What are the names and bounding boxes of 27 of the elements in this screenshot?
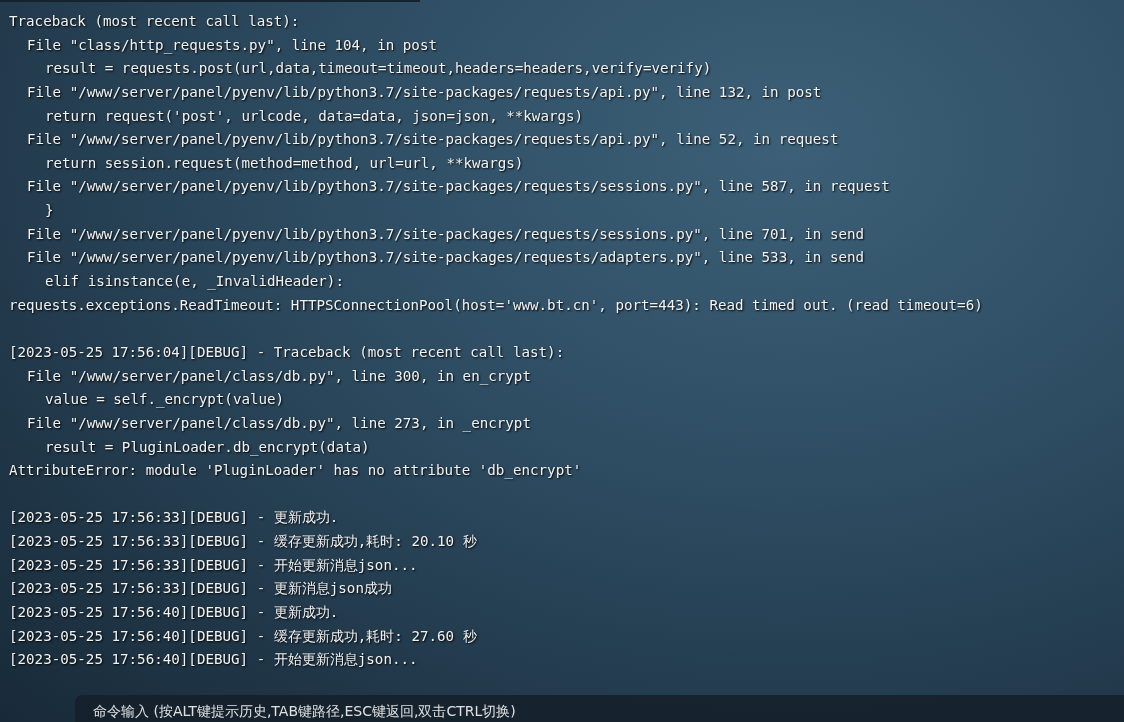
command-input-field[interactable]: 命令输入 (按ALT键提示历史,TAB键路径,ESC键返回,双击CTRL切换) [75, 695, 1124, 722]
log-line: File "/www/server/panel/class/db.py", line 300, in en_crypt [27, 366, 531, 387]
log-line: [2023-05-25 17:56:33][DEBUG] - 更新消息json成功 [9, 579, 392, 599]
log-line: File "/www/server/panel/pyenv/lib/python3.7/site-packages/requests/api.py", line 132, in post [27, 82, 822, 102]
log-line: result = PluginLoader.db_encrypt(data) [45, 437, 370, 458]
log-line: [2023-05-25 17:56:04][DEBUG] - Traceback (most recent call last): [9, 342, 565, 362]
log-line: return session.request(method=method, url=url, **kwargs) [45, 153, 524, 173]
log-line: [2023-05-25 17:56:40][DEBUG] - 开始更新消息json... [9, 650, 418, 670]
log-line: File "class/http_requests.py", line 104, in post [27, 35, 437, 56]
log-line: } [45, 201, 54, 221]
log-line: [2023-05-25 17:56:40][DEBUG] - 缓存更新成功,耗时: 27.60 秒 [9, 626, 477, 646]
log-line: requests.exceptions.ReadTimeout: HTTPSConnectionPool(host='www.bt.cn', port=443): Read timed out. (read timeout=6) [9, 295, 983, 315]
log-line: elif isinstance(e, _InvalidHeader): [45, 272, 344, 292]
log-line: Traceback (most recent call last): [9, 12, 300, 31]
log-line: File "/www/server/panel/pyenv/lib/python3.7/site-packages/requests/api.py", line 52, in request [27, 130, 839, 150]
log-line: value = self._encrypt(value) [45, 390, 285, 410]
log-line: [2023-05-25 17:56:40][DEBUG] - 更新成功. [9, 603, 339, 622]
log-line: File "/www/server/panel/pyenv/lib/python3.7/site-packages/requests/adapters.py", line 533, in send [27, 248, 865, 268]
log-line: return request('post', urlcode, data=data, json=json, **kwargs) [45, 106, 584, 126]
log-line: AttributeError: module 'PluginLoader' has no attribute 'db_encrypt' [9, 461, 582, 481]
log-line: [2023-05-25 17:56:33][DEBUG] - 开始更新消息json... [9, 555, 418, 575]
log-line: [2023-05-25 17:56:33][DEBUG] - 更新成功. [9, 508, 339, 528]
log-line: File "/www/server/panel/pyenv/lib/python3.7/site-packages/requests/sessions.py", line 587, in request [27, 177, 890, 197]
log-line: File "/www/server/panel/class/db.py", line 273, in _encrypt [27, 413, 531, 434]
log-line: File "/www/server/panel/pyenv/lib/python3.7/site-packages/requests/sessions.py", line 701, in send [27, 224, 865, 244]
log-line: result = requests.post(url,data,timeout=timeout,headers=headers,verify=verify) [45, 59, 712, 79]
log-line: [2023-05-25 17:56:33][DEBUG] - 缓存更新成功,耗时: 20.10 秒 [9, 532, 477, 552]
